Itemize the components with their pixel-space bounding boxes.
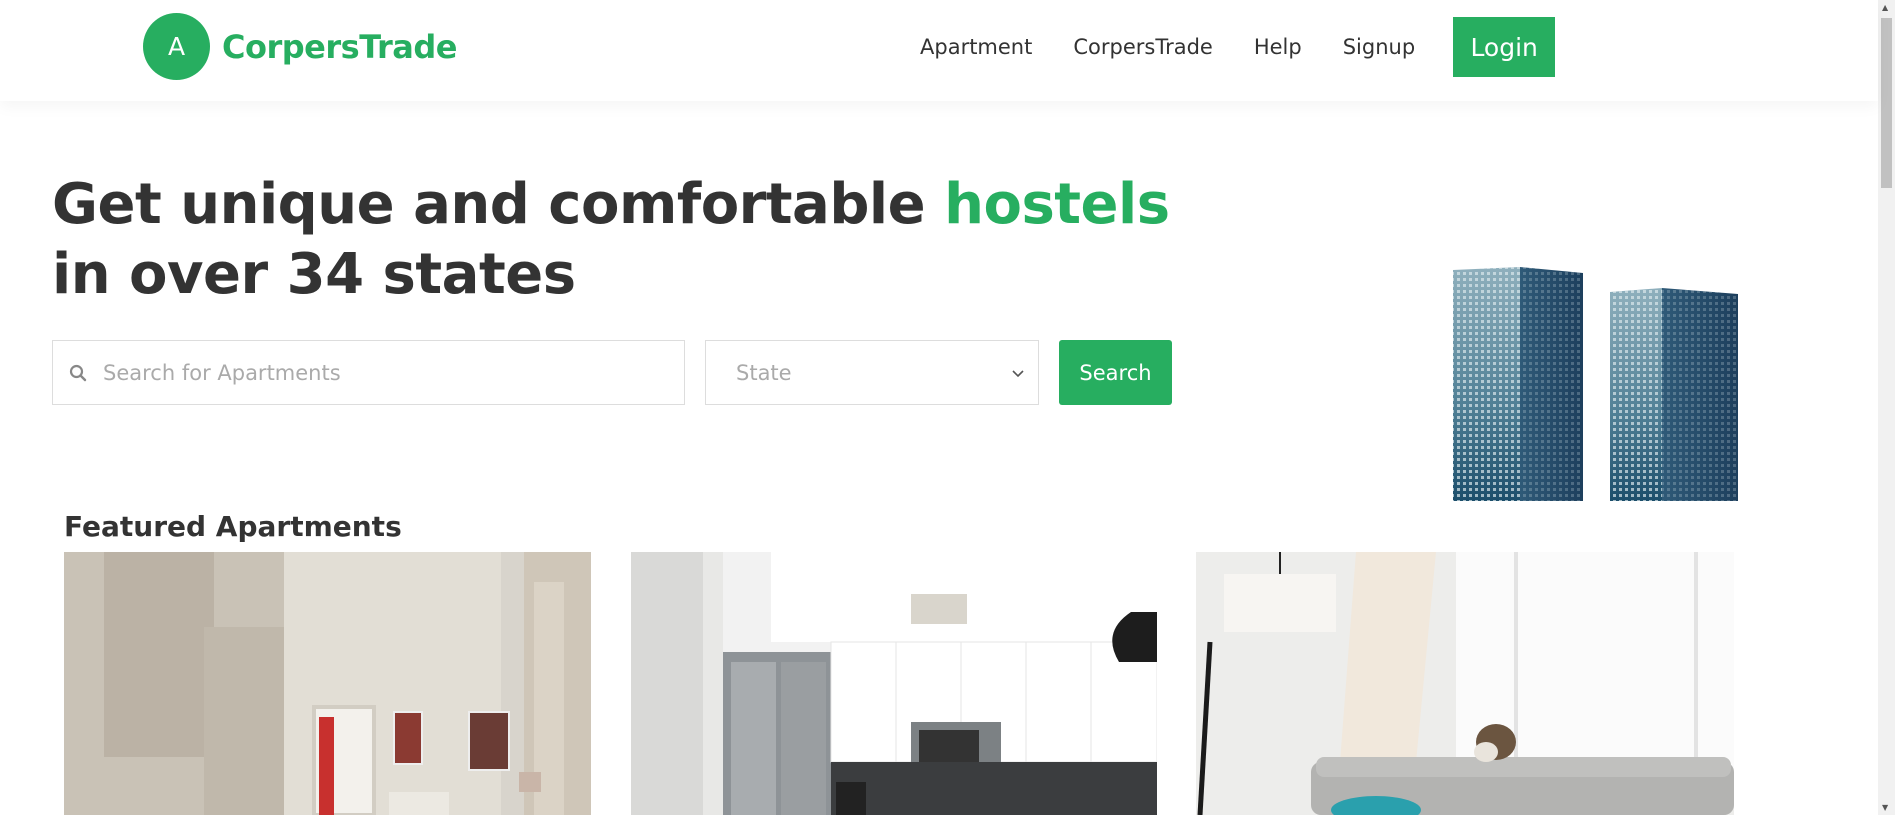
state-select[interactable]: State — [705, 340, 1039, 405]
main-nav: Apartment CorpersTrade Help Signup Login — [920, 17, 1556, 77]
apartment-photo — [1196, 552, 1734, 815]
hero-title: Get unique and comfortable hostels in ov… — [52, 170, 1170, 310]
state-select-value: State — [736, 360, 792, 385]
nav-apartment[interactable]: Apartment — [920, 35, 1032, 59]
search-box[interactable] — [52, 340, 685, 405]
hero-title-accent: hostels — [944, 172, 1170, 237]
site-header: A CorpersTrade Apartment CorpersTrade He… — [0, 0, 1878, 101]
chevron-down-icon — [1012, 363, 1024, 382]
logo[interactable]: A CorpersTrade — [143, 13, 457, 80]
search-button[interactable]: Search — [1059, 340, 1172, 405]
vertical-scrollbar[interactable]: ▲ ▼ — [1878, 0, 1895, 815]
featured-apartment-card[interactable] — [1196, 552, 1734, 815]
logo-text: CorpersTrade — [222, 27, 457, 66]
search-icon — [53, 364, 103, 382]
login-button[interactable]: Login — [1453, 17, 1556, 77]
nav-corperstrade[interactable]: CorpersTrade — [1073, 35, 1212, 59]
featured-title: Featured Apartments — [64, 510, 402, 543]
featured-apartment-card[interactable] — [631, 552, 1157, 815]
featured-apartment-card[interactable] — [64, 552, 591, 815]
scroll-down-arrow-icon[interactable]: ▼ — [1882, 803, 1888, 812]
hero-title-prefix: Get unique and comfortable — [52, 172, 945, 237]
nav-help[interactable]: Help — [1254, 35, 1302, 59]
nav-signup[interactable]: Signup — [1343, 35, 1415, 59]
scroll-up-arrow-icon[interactable]: ▲ — [1882, 3, 1888, 12]
logo-mark: A — [143, 13, 210, 80]
buildings-illustration — [1450, 265, 1740, 503]
search-input[interactable] — [103, 360, 663, 385]
hero-title-line2: in over 34 states — [52, 242, 576, 307]
scroll-thumb[interactable] — [1881, 18, 1892, 188]
apartment-photo — [64, 552, 591, 815]
apartment-photo — [631, 552, 1157, 815]
